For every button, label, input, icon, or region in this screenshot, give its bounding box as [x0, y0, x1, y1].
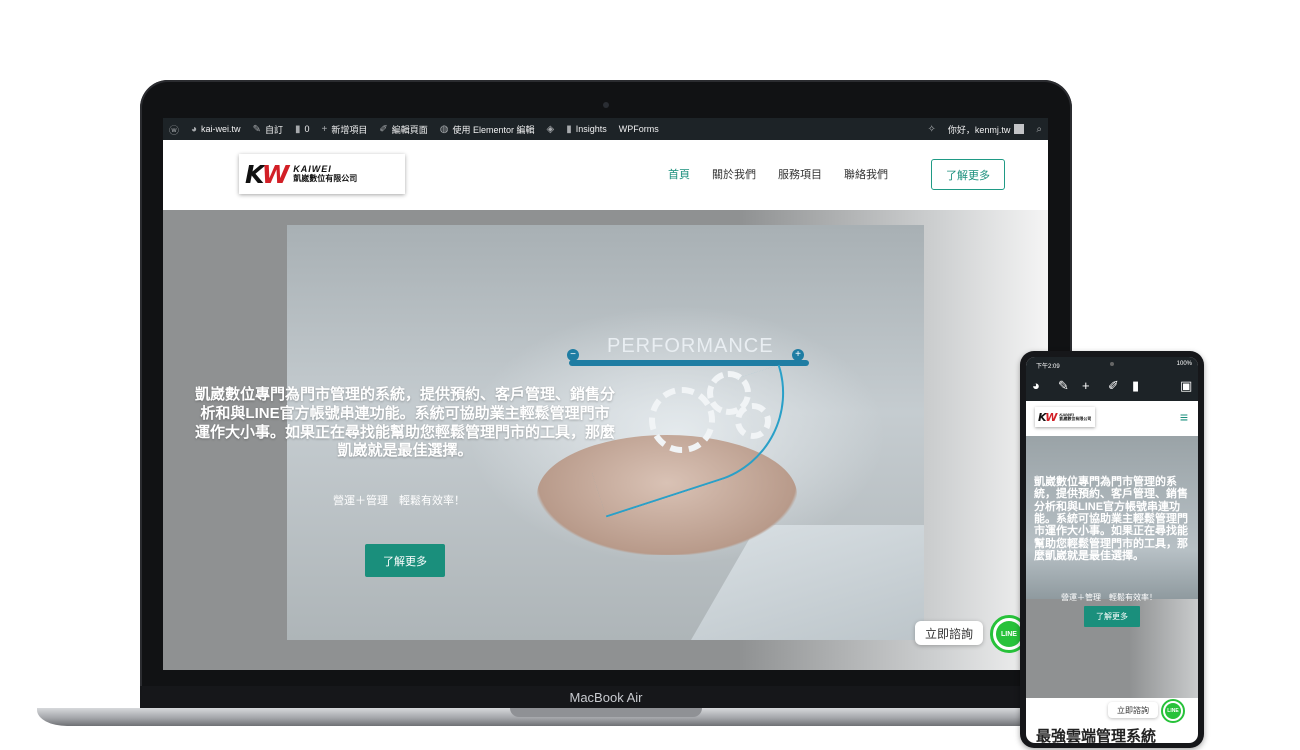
header-learn-more-button[interactable]: 了解更多: [931, 159, 1005, 190]
avatar[interactable]: ▣: [1180, 378, 1192, 394]
nav-item-services[interactable]: 服務項目: [778, 166, 822, 182]
dashboard-icon[interactable]: ◕: [1032, 378, 1040, 393]
site-logo[interactable]: KW KAIWEI 凱崴數位有限公司: [239, 154, 405, 194]
laptop-camera: [603, 102, 609, 108]
phone-hero-subline: 營運＋管理 輕鬆有效率！: [1061, 593, 1157, 602]
phone-line-chat-button[interactable]: LINE: [1161, 699, 1185, 723]
phone-site-header: KW KAIWEI 凱崴數位有限公司 ≡: [1026, 401, 1198, 436]
line-icon: LINE: [1165, 703, 1181, 719]
nav-item-contact[interactable]: 聯絡我們: [844, 166, 888, 182]
consult-now-button[interactable]: 立即諮詢: [915, 621, 983, 645]
admin-elementor-link[interactable]: ◍ 使用 Elementor 編輯: [434, 123, 541, 136]
hamburger-menu-icon[interactable]: ≡: [1180, 409, 1188, 425]
hero-section: PERFORMANCE − + 凱崴數位專門為門市管理的系統，提供預約、客戶管理…: [163, 210, 1048, 670]
elementor-icon: ◍: [439, 123, 449, 135]
line-icon: LINE: [996, 621, 1022, 647]
wordpress-logo-button[interactable]: ⓦ: [163, 122, 185, 137]
admin-wpforms-link[interactable]: WPForms: [613, 124, 665, 134]
admin-customize-link[interactable]: ✎ 自訂: [247, 123, 289, 136]
hero-image-caption: PERFORMANCE: [607, 335, 774, 357]
nav-item-home[interactable]: 首頁: [668, 166, 690, 182]
admin-comments-link[interactable]: ▮ 0: [289, 124, 316, 135]
status-battery: 100%: [1176, 361, 1192, 367]
brush-icon: ✎: [252, 123, 261, 135]
laptop-notch: [510, 708, 702, 717]
phone-hero-learn-more-button[interactable]: 了解更多: [1084, 606, 1140, 627]
admin-diamond-link[interactable]: ◈: [541, 124, 561, 135]
wordpress-icon: ⓦ: [169, 125, 179, 137]
hero-headline: 凱崴數位專門為門市管理的系統，提供預約、客戶管理、銷售分析和與LINE官方帳號串…: [195, 386, 616, 460]
phone-section-title: 最強雲端管理系統: [1036, 728, 1157, 743]
phone-hero-headline: 凱崴數位專門為門市管理的系統，提供預約、客戶管理、銷售分析和與LINE官方帳號串…: [1034, 476, 1188, 562]
camera-icon: [1110, 362, 1114, 366]
brush-icon[interactable]: ✎: [1058, 378, 1069, 394]
logo-mark: KW: [245, 159, 289, 189]
hero-learn-more-button[interactable]: 了解更多: [365, 544, 445, 577]
laptop-model-label: MacBook Air: [140, 686, 1072, 710]
phone-admin-bar: ◕ ✎ + ✐ ▮ ▣: [1026, 371, 1198, 401]
comment-icon: ▮: [294, 123, 301, 135]
admin-ai-link[interactable]: ✧: [921, 124, 941, 135]
admin-insights-link[interactable]: ▮ Insights: [560, 124, 613, 135]
admin-site-link[interactable]: ◕ kai-wei.tw: [185, 124, 247, 135]
phone-status-bar: 下午2:09 100%: [1026, 357, 1198, 371]
phone-consult-now-button[interactable]: 立即諮詢: [1108, 702, 1158, 718]
admin-account-menu[interactable]: 你好，kenmj.tw: [942, 123, 1031, 136]
status-time: 下午2:09: [1036, 364, 1060, 370]
diamond-icon: ◈: [546, 123, 555, 135]
wp-admin-bar: ⓦ ◕ kai-wei.tw ✎ 自訂 ▮ 0 + 新增項目 ✐ 編輯頁面 ◍ …: [163, 118, 1048, 140]
phone-site-logo[interactable]: KW KAIWEI 凱崴數位有限公司: [1035, 407, 1095, 427]
dashboard-icon: ◕: [191, 123, 198, 135]
admin-edit-page-link[interactable]: ✐ 編輯頁面: [373, 123, 433, 136]
phone-screen: 下午2:09 100% ◕ ✎ + ✐ ▮ ▣ KW KAIWEI 凱崴數位有限…: [1026, 357, 1198, 743]
search-icon: ⌕: [1036, 123, 1042, 135]
bar-chart-icon: ▮: [566, 123, 572, 135]
logo-chinese: 凱崴數位有限公司: [293, 173, 358, 183]
laptop-screen: ⓦ ◕ kai-wei.tw ✎ 自訂 ▮ 0 + 新增項目 ✐ 編輯頁面 ◍ …: [163, 118, 1048, 670]
phone-hero-section: 凱崴數位專門為門市管理的系統，提供預約、客戶管理、銷售分析和與LINE官方帳號串…: [1026, 436, 1198, 698]
logo-chinese: 凱崴數位有限公司: [1059, 416, 1092, 421]
sparkle-icon: ✧: [927, 123, 936, 135]
nav-item-about[interactable]: 關於我們: [712, 166, 756, 182]
hero-subline: 營運＋管理 輕鬆有效率！: [333, 495, 465, 507]
avatar: [1014, 124, 1025, 134]
bar-chart-icon[interactable]: ▮: [1132, 378, 1139, 394]
pencil-icon: ✐: [379, 123, 388, 135]
site-header: KW KAIWEI 凱崴數位有限公司 首頁 關於我們 服務項目 聯絡我們 了解更…: [163, 140, 1048, 210]
logo-mark: KW: [1038, 410, 1057, 424]
admin-new-item-link[interactable]: + 新增項目: [316, 123, 374, 136]
plus-icon[interactable]: +: [1082, 378, 1090, 393]
admin-search-button[interactable]: ⌕: [1030, 124, 1048, 135]
plus-icon: +: [321, 123, 328, 135]
pencil-icon[interactable]: ✐: [1108, 378, 1119, 394]
main-nav: 首頁 關於我們 服務項目 聯絡我們: [668, 166, 888, 182]
